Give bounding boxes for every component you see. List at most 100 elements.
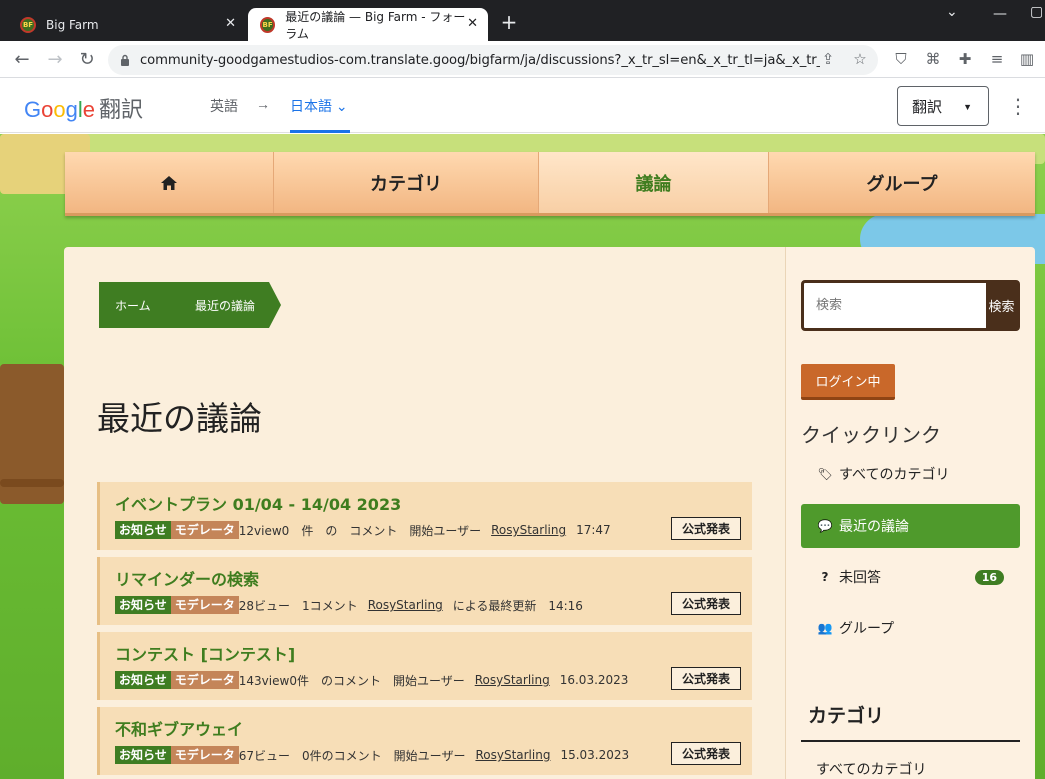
discussion-stats: 12view0 件 の コメント 開始ユーザー [238, 523, 482, 538]
page-title: 最近の議論 [97, 399, 262, 438]
target-language-dropdown[interactable]: 日本語 ⌄ [290, 96, 348, 116]
category-all-link[interactable]: すべてのカテゴリ [816, 759, 926, 779]
forward-arrow-icon[interactable]: → [43, 47, 67, 71]
discussion-stats: 67ビュー 0件のコメント 開始ユーザー [238, 748, 466, 763]
announcement-badge: お知らせ [115, 596, 171, 614]
question-icon: ? [821, 570, 829, 584]
more-options-icon[interactable]: ⋮ [1008, 93, 1028, 119]
search-button[interactable]: 検索 [986, 283, 1017, 328]
official-tag[interactable]: 公式発表 [670, 667, 741, 690]
lock-icon [121, 54, 129, 66]
login-button[interactable]: ログイン中 [801, 364, 895, 400]
chevron-down-icon: ⌄ [335, 98, 348, 114]
announcement-badge: お知らせ [115, 521, 171, 539]
breadcrumb-arrow [269, 282, 281, 328]
discussion-item[interactable]: コンテスト [コンテスト] お知らせ モデレータ 143view0件 のコメント… [97, 632, 752, 700]
breadcrumb-home[interactable]: ホーム [99, 282, 169, 328]
translate-options-button[interactable]: 翻訳 ▼ [897, 86, 989, 126]
official-tag[interactable]: 公式発表 [670, 517, 741, 540]
discussion-time: 16.03.2023 [559, 673, 629, 687]
tab-title: Big Farm [46, 17, 99, 32]
author-link[interactable]: RosyStarling [475, 673, 550, 687]
reload-icon[interactable]: ↻ [75, 47, 99, 71]
search-box: 検索 [801, 280, 1020, 331]
translate-logo-suffix: 翻訳 [99, 97, 144, 122]
discussion-title[interactable]: リマインダーの検索 [115, 566, 752, 590]
discussion-time: 17:47 [576, 523, 611, 537]
author-link[interactable]: RosyStarling [475, 748, 550, 762]
close-tab-icon[interactable]: ✕ [225, 16, 236, 31]
unanswered-count-badge: 16 [974, 569, 1004, 585]
background-fence [0, 479, 64, 487]
quicklink-label: 未回答 [839, 570, 881, 586]
quicklink-label: すべてのカテゴリ [839, 467, 950, 483]
discussion-meta: お知らせ モデレータ 12view0 件 の コメント 開始ユーザー RosyS… [115, 521, 752, 539]
caret-down-icon: ▼ [963, 102, 972, 112]
categories-divider [801, 740, 1020, 742]
announcement-badge: お知らせ [115, 671, 171, 689]
discussion-time: による最終更新 14:16 [452, 598, 583, 613]
discussion-meta: お知らせ モデレータ 28ビュー 1コメント RosyStarling による最… [115, 596, 752, 614]
minimize-icon[interactable]: — [993, 6, 1007, 22]
quicklink-groups[interactable]: 👥 グループ [801, 606, 1020, 650]
discussion-stats: 143view0件 のコメント 開始ユーザー [238, 673, 465, 688]
target-language-underline [290, 130, 350, 133]
tags-icon: 🏷 [817, 467, 833, 481]
language-arrow-icon: → [256, 96, 270, 112]
moderator-badge: モデレータ [170, 521, 239, 539]
moderator-badge: モデレータ [170, 746, 239, 764]
quicklink-recent-discussions[interactable]: 💬 最近の議論 [801, 504, 1020, 548]
google-translate-logo[interactable]: Google 翻訳 [24, 92, 143, 124]
tab-search-chevron-icon[interactable]: ⌄ [946, 4, 958, 20]
search-input[interactable] [804, 283, 986, 328]
browser-tab-recent-discussions[interactable]: BF 最近の議論 — Big Farm - フォーラム ✕ [248, 8, 488, 41]
discussion-title[interactable]: イベントプラン 01/04 - 14/04 2023 [115, 491, 752, 515]
browser-toolbar: ← → ↻ community-goodgamestudios-com.tran… [0, 41, 1045, 78]
browser-tab-big-farm[interactable]: BF Big Farm ✕ [8, 8, 246, 41]
nav-categories[interactable]: カテゴリ [274, 152, 539, 213]
quicklink-label: 最近の議論 [839, 519, 909, 535]
nav-discussions[interactable]: 議論 [539, 152, 769, 213]
announcement-badge: お知らせ [115, 746, 171, 764]
new-tab-icon[interactable]: + [498, 10, 520, 34]
close-tab-icon[interactable]: ✕ [467, 16, 478, 31]
moderator-badge: モデレータ [170, 671, 239, 689]
address-bar[interactable]: community-goodgamestudios-com.translate.… [108, 45, 878, 75]
official-tag[interactable]: 公式発表 [670, 592, 741, 615]
forum-main-nav: カテゴリ 議論 グループ [65, 152, 1035, 216]
discussion-item[interactable]: 不和ギブアウェイ お知らせ モデレータ 67ビュー 0件のコメント 開始ユーザー… [97, 707, 752, 775]
moderator-badge: モデレータ [170, 596, 239, 614]
quicklink-all-categories[interactable]: 🏷 すべてのカテゴリ [801, 452, 1020, 496]
maximize-icon[interactable]: ▢ [1030, 4, 1043, 20]
browser-tab-strip: BF Big Farm ✕ BF 最近の議論 — Big Farm - フォーラ… [0, 0, 1045, 41]
source-language[interactable]: 英語 [210, 96, 238, 116]
share-icon[interactable]: ⇪ [818, 49, 838, 69]
main-content: ホーム 最近の議論 最近の議論 イベントプラン 01/04 - 14/04 20… [64, 247, 785, 779]
author-link[interactable]: RosyStarling [491, 523, 566, 537]
side-panel-icon[interactable]: ▥ [1017, 49, 1037, 69]
discussion-item[interactable]: リマインダーの検索 お知らせ モデレータ 28ビュー 1コメント RosySta… [97, 557, 752, 625]
extension-shield-icon[interactable]: ⛉ [891, 49, 911, 69]
quicklink-unanswered[interactable]: ? 未回答 16 [801, 555, 1020, 599]
back-arrow-icon[interactable]: ← [10, 47, 34, 71]
extensions-puzzle-icon[interactable]: ✚ [955, 49, 975, 69]
categories-title: カテゴリ [808, 705, 885, 727]
discussion-time: 15.03.2023 [560, 748, 630, 762]
translate-page-icon[interactable]: ⌘ [923, 49, 943, 69]
bookmark-star-icon[interactable]: ☆ [850, 49, 870, 69]
nav-groups[interactable]: グループ [769, 152, 1035, 213]
big-farm-favicon-icon: BF [20, 16, 36, 33]
quicklink-label: グループ [839, 621, 895, 637]
url-text: community-goodgamestudios-com.translate.… [140, 52, 820, 68]
discussion-item[interactable]: イベントプラン 01/04 - 14/04 2023 お知らせ モデレータ 12… [97, 482, 752, 550]
comments-icon: 💬 [817, 519, 833, 533]
discussion-meta: お知らせ モデレータ 143view0件 のコメント 開始ユーザー RosySt… [115, 671, 752, 689]
home-icon [161, 175, 177, 190]
official-tag[interactable]: 公式発表 [670, 742, 741, 765]
author-link[interactable]: RosyStarling [368, 598, 443, 612]
discussion-title[interactable]: 不和ギブアウェイ [115, 716, 752, 740]
nav-home[interactable] [65, 152, 274, 213]
discussion-title[interactable]: コンテスト [コンテスト] [115, 641, 752, 665]
breadcrumb-current[interactable]: 最近の議論 [169, 282, 269, 328]
media-control-icon[interactable]: ≡ [987, 49, 1007, 69]
